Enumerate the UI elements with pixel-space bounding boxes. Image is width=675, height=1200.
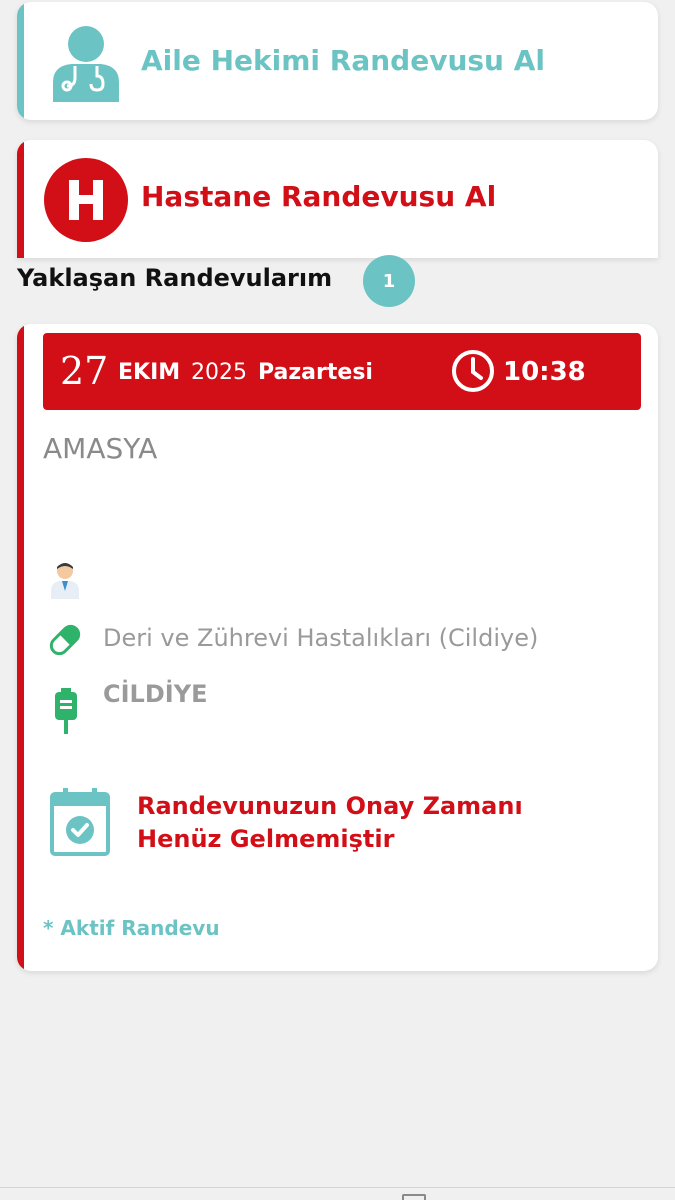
pill-icon — [49, 624, 81, 656]
appointment-count-badge: 1 — [363, 255, 415, 307]
appointment-month: EKIM — [118, 360, 181, 385]
appointment-city: AMASYA — [43, 432, 158, 465]
hospital-appointment-card[interactable]: Hastane Randevusu Al — [17, 140, 658, 258]
status-line-1: Randevunuzun Onay Zamanı — [137, 792, 523, 820]
doctor-avatar-icon — [51, 563, 79, 599]
doctor-icon — [53, 26, 119, 102]
hospital-label: Hastane Randevusu Al — [141, 180, 497, 213]
appointment-clinic: CİLDİYE — [103, 680, 208, 708]
bottom-nav-icon[interactable] — [402, 1194, 426, 1200]
appointment-branch: Deri ve Zührevi Hastalıkları (Cildiye) — [103, 624, 539, 652]
iv-bag-icon — [55, 688, 77, 734]
card-accent-bar — [17, 140, 24, 258]
appointment-card[interactable]: 27 EKIM 2025 Pazartesi 10:38 AMASYA Deri… — [17, 324, 658, 971]
family-doctor-appointment-card[interactable]: Aile Hekimi Randevusu Al — [17, 2, 658, 120]
hospital-h-icon — [44, 158, 128, 242]
family-doctor-label: Aile Hekimi Randevusu Al — [141, 44, 545, 77]
status-line-2: Henüz Gelmemiştir — [137, 825, 395, 853]
upcoming-appointments-title: Yaklaşan Randevularım — [17, 264, 333, 292]
card-accent-bar — [17, 2, 24, 120]
appointment-weekday: Pazartesi — [258, 360, 373, 385]
appointment-time: 10:38 — [503, 357, 586, 387]
appointment-year: 2025 — [191, 360, 247, 385]
card-accent-bar — [17, 324, 24, 971]
approval-status-message: Randevunuzun Onay Zamanı Henüz Gelmemişt… — [137, 790, 617, 856]
appointment-day: 27 — [60, 349, 109, 393]
active-appointment-label: * Aktif Randevu — [43, 916, 220, 940]
bottom-divider — [0, 1187, 675, 1188]
appointment-date-bar: 27 EKIM 2025 Pazartesi 10:38 — [43, 333, 641, 410]
clock-icon — [452, 350, 494, 392]
calendar-check-icon — [50, 788, 110, 856]
